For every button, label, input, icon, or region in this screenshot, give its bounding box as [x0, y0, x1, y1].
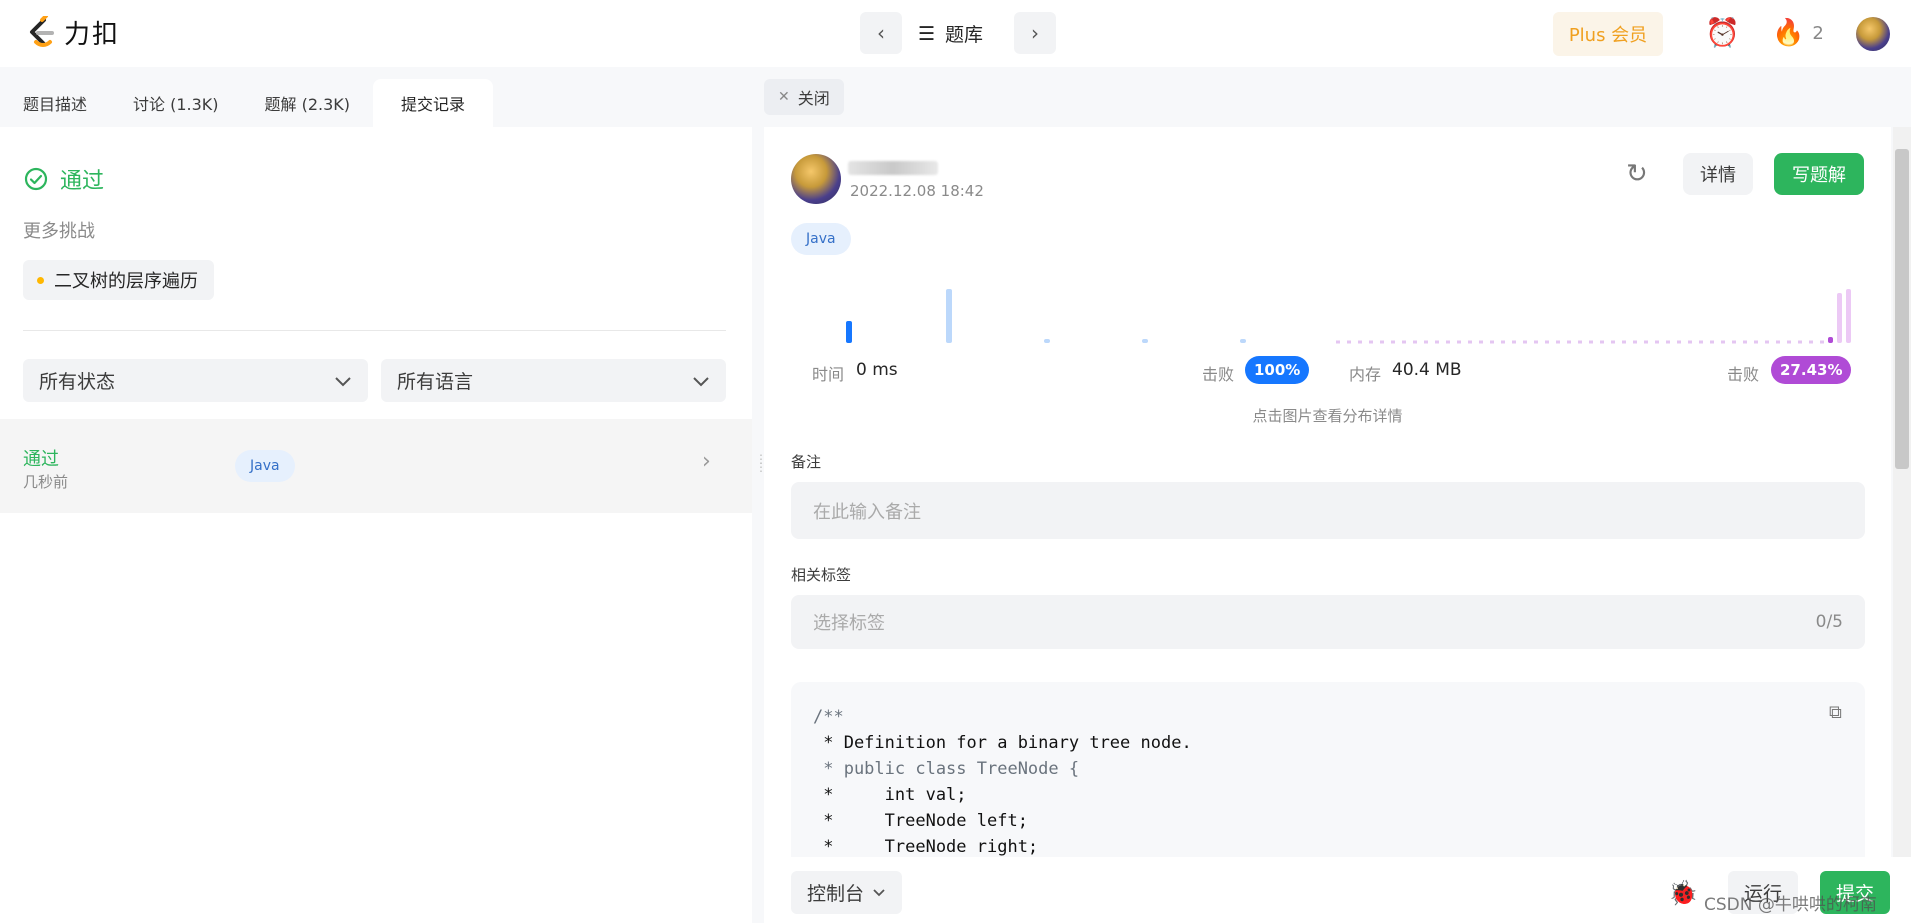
runtime-beat-badge: 100% — [1245, 356, 1310, 384]
submissions-panel: 通过 更多挑战 二叉树的层序遍历 所有状态 所有语言 通过 几秒前 Java › — [0, 127, 752, 923]
leetcode-logo-icon — [30, 15, 54, 47]
runtime-bar — [1044, 339, 1050, 343]
flame-icon: 🔥 — [1772, 18, 1805, 48]
debug-bug-icon[interactable]: 🐞 — [1668, 879, 1698, 907]
language-filter-select[interactable]: 所有语言 — [381, 359, 726, 402]
challenge-chip-label: 二叉树的层序遍历 — [54, 271, 198, 292]
runtime-value: 0 ms — [856, 360, 898, 380]
submission-timestamp: 2022.12.08 18:42 — [850, 182, 984, 200]
tab-description[interactable]: 题目描述 — [0, 79, 110, 127]
next-problem-button[interactable]: › — [1014, 12, 1056, 54]
left-tabs: 题目描述 讨论 (1.3K) 题解 (2.3K) 提交记录 — [0, 67, 752, 127]
divider — [23, 330, 726, 331]
streak-count: 2 — [1812, 22, 1824, 44]
memory-bar — [1837, 293, 1842, 343]
code-line: * public class TreeNode { — [813, 759, 1080, 779]
list-icon: ☰ — [918, 22, 936, 45]
language-filter-value: 所有语言 — [397, 371, 474, 393]
accepted-status: 通过 — [24, 163, 104, 195]
code-line: * TreeNode left; — [813, 811, 1028, 831]
close-tab-label: 关闭 — [797, 89, 830, 108]
runtime-bar — [946, 289, 952, 343]
runtime-beat-label: 击败 — [1202, 365, 1235, 384]
code-viewer: /** * Definition for a binary tree node.… — [791, 682, 1865, 857]
streak-counter[interactable]: 🔥 2 — [1772, 18, 1824, 48]
tab-discussion[interactable]: 讨论 (1.3K) — [110, 79, 242, 127]
console-button[interactable]: 控制台 — [791, 871, 903, 914]
code-text: /** * Definition for a binary tree node.… — [813, 704, 1192, 857]
watermark: CSDN @牛哄哄的柯南 — [1704, 895, 1877, 915]
more-challenges-label: 更多挑战 — [23, 221, 95, 242]
language-badge: Java — [791, 223, 851, 255]
submission-status: 通过 — [23, 449, 59, 470]
tab-submissions[interactable]: 提交记录 — [373, 79, 494, 127]
status-filter-value: 所有状态 — [39, 371, 116, 393]
runtime-bar-current — [846, 321, 852, 343]
memory-bar — [1846, 289, 1851, 343]
submitter-avatar — [791, 154, 841, 204]
chevron-down-icon — [335, 376, 351, 386]
submitter-name-blurred — [848, 161, 938, 175]
chevron-down-icon — [693, 376, 709, 386]
note-input[interactable]: 在此输入备注 — [791, 482, 1865, 539]
scrollbar-thumb[interactable] — [1895, 149, 1909, 469]
write-solution-button[interactable]: 写题解 — [1774, 153, 1864, 195]
chevron-right-icon: › — [1031, 21, 1039, 45]
logo-text: 力扣 — [64, 20, 121, 50]
code-line: * TreeNode right; — [813, 837, 1039, 857]
code-line: * int val; — [813, 785, 967, 805]
alarm-clock-icon[interactable]: ⏰ — [1705, 16, 1740, 49]
accepted-status-text: 通过 — [60, 169, 105, 194]
runtime-bar — [1142, 339, 1148, 343]
copy-icon[interactable]: ⧉ — [1829, 702, 1842, 723]
close-tab-button[interactable]: ✕ 关闭 — [764, 79, 844, 115]
code-line: * Definition for a binary tree node. — [813, 733, 1192, 753]
distribution-chart[interactable] — [791, 287, 1861, 347]
vertical-scrollbar[interactable] — [1893, 127, 1911, 857]
plus-membership-button[interactable]: Plus 会员 — [1553, 12, 1663, 56]
submission-row[interactable]: 通过 几秒前 Java › — [0, 419, 752, 513]
check-circle-icon — [24, 167, 48, 191]
distribution-hint: 点击图片查看分布详情 — [1252, 407, 1403, 425]
console-label: 控制台 — [807, 883, 865, 905]
memory-beat-label: 击败 — [1727, 365, 1760, 384]
right-tab-bar: ✕ 关闭 — [764, 67, 1911, 127]
status-filter-select[interactable]: 所有状态 — [23, 359, 368, 402]
memory-bar-current — [1828, 337, 1833, 343]
detail-button[interactable]: 详情 — [1683, 153, 1753, 195]
top-bar: 力扣 ‹ ☰ 题库 › Plus 会员 ⏰ 🔥 2 — [0, 0, 1911, 67]
tags-count: 0/5 — [1815, 612, 1843, 632]
chevron-left-icon: ‹ — [877, 21, 885, 45]
runtime-bar — [1240, 339, 1246, 343]
chevron-right-icon: › — [702, 449, 711, 474]
note-label: 备注 — [791, 453, 822, 471]
close-icon: ✕ — [778, 89, 790, 105]
logo[interactable]: 力扣 — [24, 14, 120, 51]
memory-value: 40.4 MB — [1392, 360, 1462, 380]
panel-splitter[interactable] — [752, 67, 764, 923]
submission-time: 几秒前 — [23, 473, 69, 491]
code-line: /** — [813, 707, 844, 727]
share-icon[interactable]: ↻ — [1626, 159, 1648, 189]
difficulty-dot — [37, 276, 44, 284]
submission-detail-panel: 2022.12.08 18:42 ↻ 详情 写题解 Java 时间 0 ms 击… — [764, 127, 1891, 857]
problem-set-label: 题库 — [945, 24, 984, 46]
tags-label: 相关标签 — [791, 566, 852, 584]
memory-label: 内存 — [1349, 365, 1382, 384]
submission-language-badge: Java — [235, 450, 295, 482]
note-placeholder: 在此输入备注 — [813, 501, 921, 523]
problem-set-button[interactable]: ☰ 题库 — [918, 20, 983, 47]
chevron-down-icon — [873, 888, 885, 896]
tags-placeholder: 选择标签 — [813, 613, 885, 634]
tab-solutions[interactable]: 题解 (2.3K) — [242, 79, 374, 127]
memory-beat-badge: 27.43% — [1771, 356, 1852, 384]
prev-problem-button[interactable]: ‹ — [860, 12, 902, 54]
user-avatar[interactable] — [1856, 17, 1890, 51]
runtime-label: 时间 — [812, 365, 845, 384]
tags-select[interactable]: 选择标签 0/5 — [791, 595, 1865, 649]
challenge-chip[interactable]: 二叉树的层序遍历 — [23, 260, 214, 300]
